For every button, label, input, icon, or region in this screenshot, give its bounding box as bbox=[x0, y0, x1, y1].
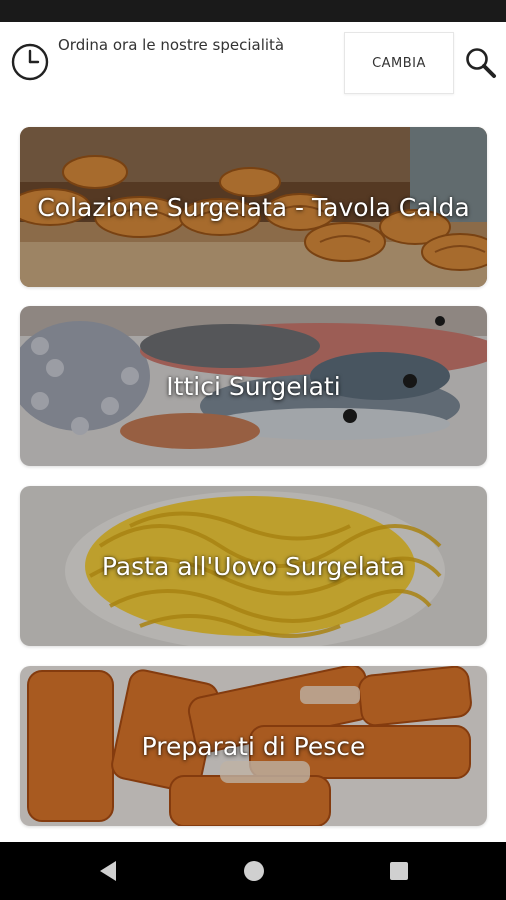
category-title: Preparati di Pesce bbox=[141, 731, 366, 761]
back-icon[interactable] bbox=[96, 858, 122, 884]
category-title: Ittici Surgelati bbox=[166, 371, 341, 401]
category-card-preparati[interactable]: Preparati di Pesce bbox=[20, 666, 487, 826]
status-bar bbox=[0, 0, 506, 22]
category-list: Colazione Surgelata - Tavola Calda Ittic… bbox=[0, 104, 506, 842]
android-navigation-bar bbox=[0, 842, 506, 900]
category-card-colazione[interactable]: Colazione Surgelata - Tavola Calda bbox=[20, 127, 487, 287]
category-card-pasta[interactable]: Pasta all'Uovo Surgelata bbox=[20, 486, 487, 646]
category-card-ittici[interactable]: Ittici Surgelati bbox=[20, 306, 487, 466]
recents-icon[interactable] bbox=[386, 858, 412, 884]
app-header: Ordina ora le nostre specialità CAMBIA bbox=[0, 22, 506, 105]
search-icon[interactable] bbox=[464, 46, 498, 80]
clock-icon bbox=[11, 43, 49, 81]
change-button[interactable]: CAMBIA bbox=[344, 32, 454, 94]
category-title: Pasta all'Uovo Surgelata bbox=[101, 551, 406, 581]
header-tagline: Ordina ora le nostre specialità bbox=[58, 36, 285, 54]
category-title: Colazione Surgelata - Tavola Calda bbox=[37, 192, 470, 222]
home-icon[interactable] bbox=[241, 858, 267, 884]
